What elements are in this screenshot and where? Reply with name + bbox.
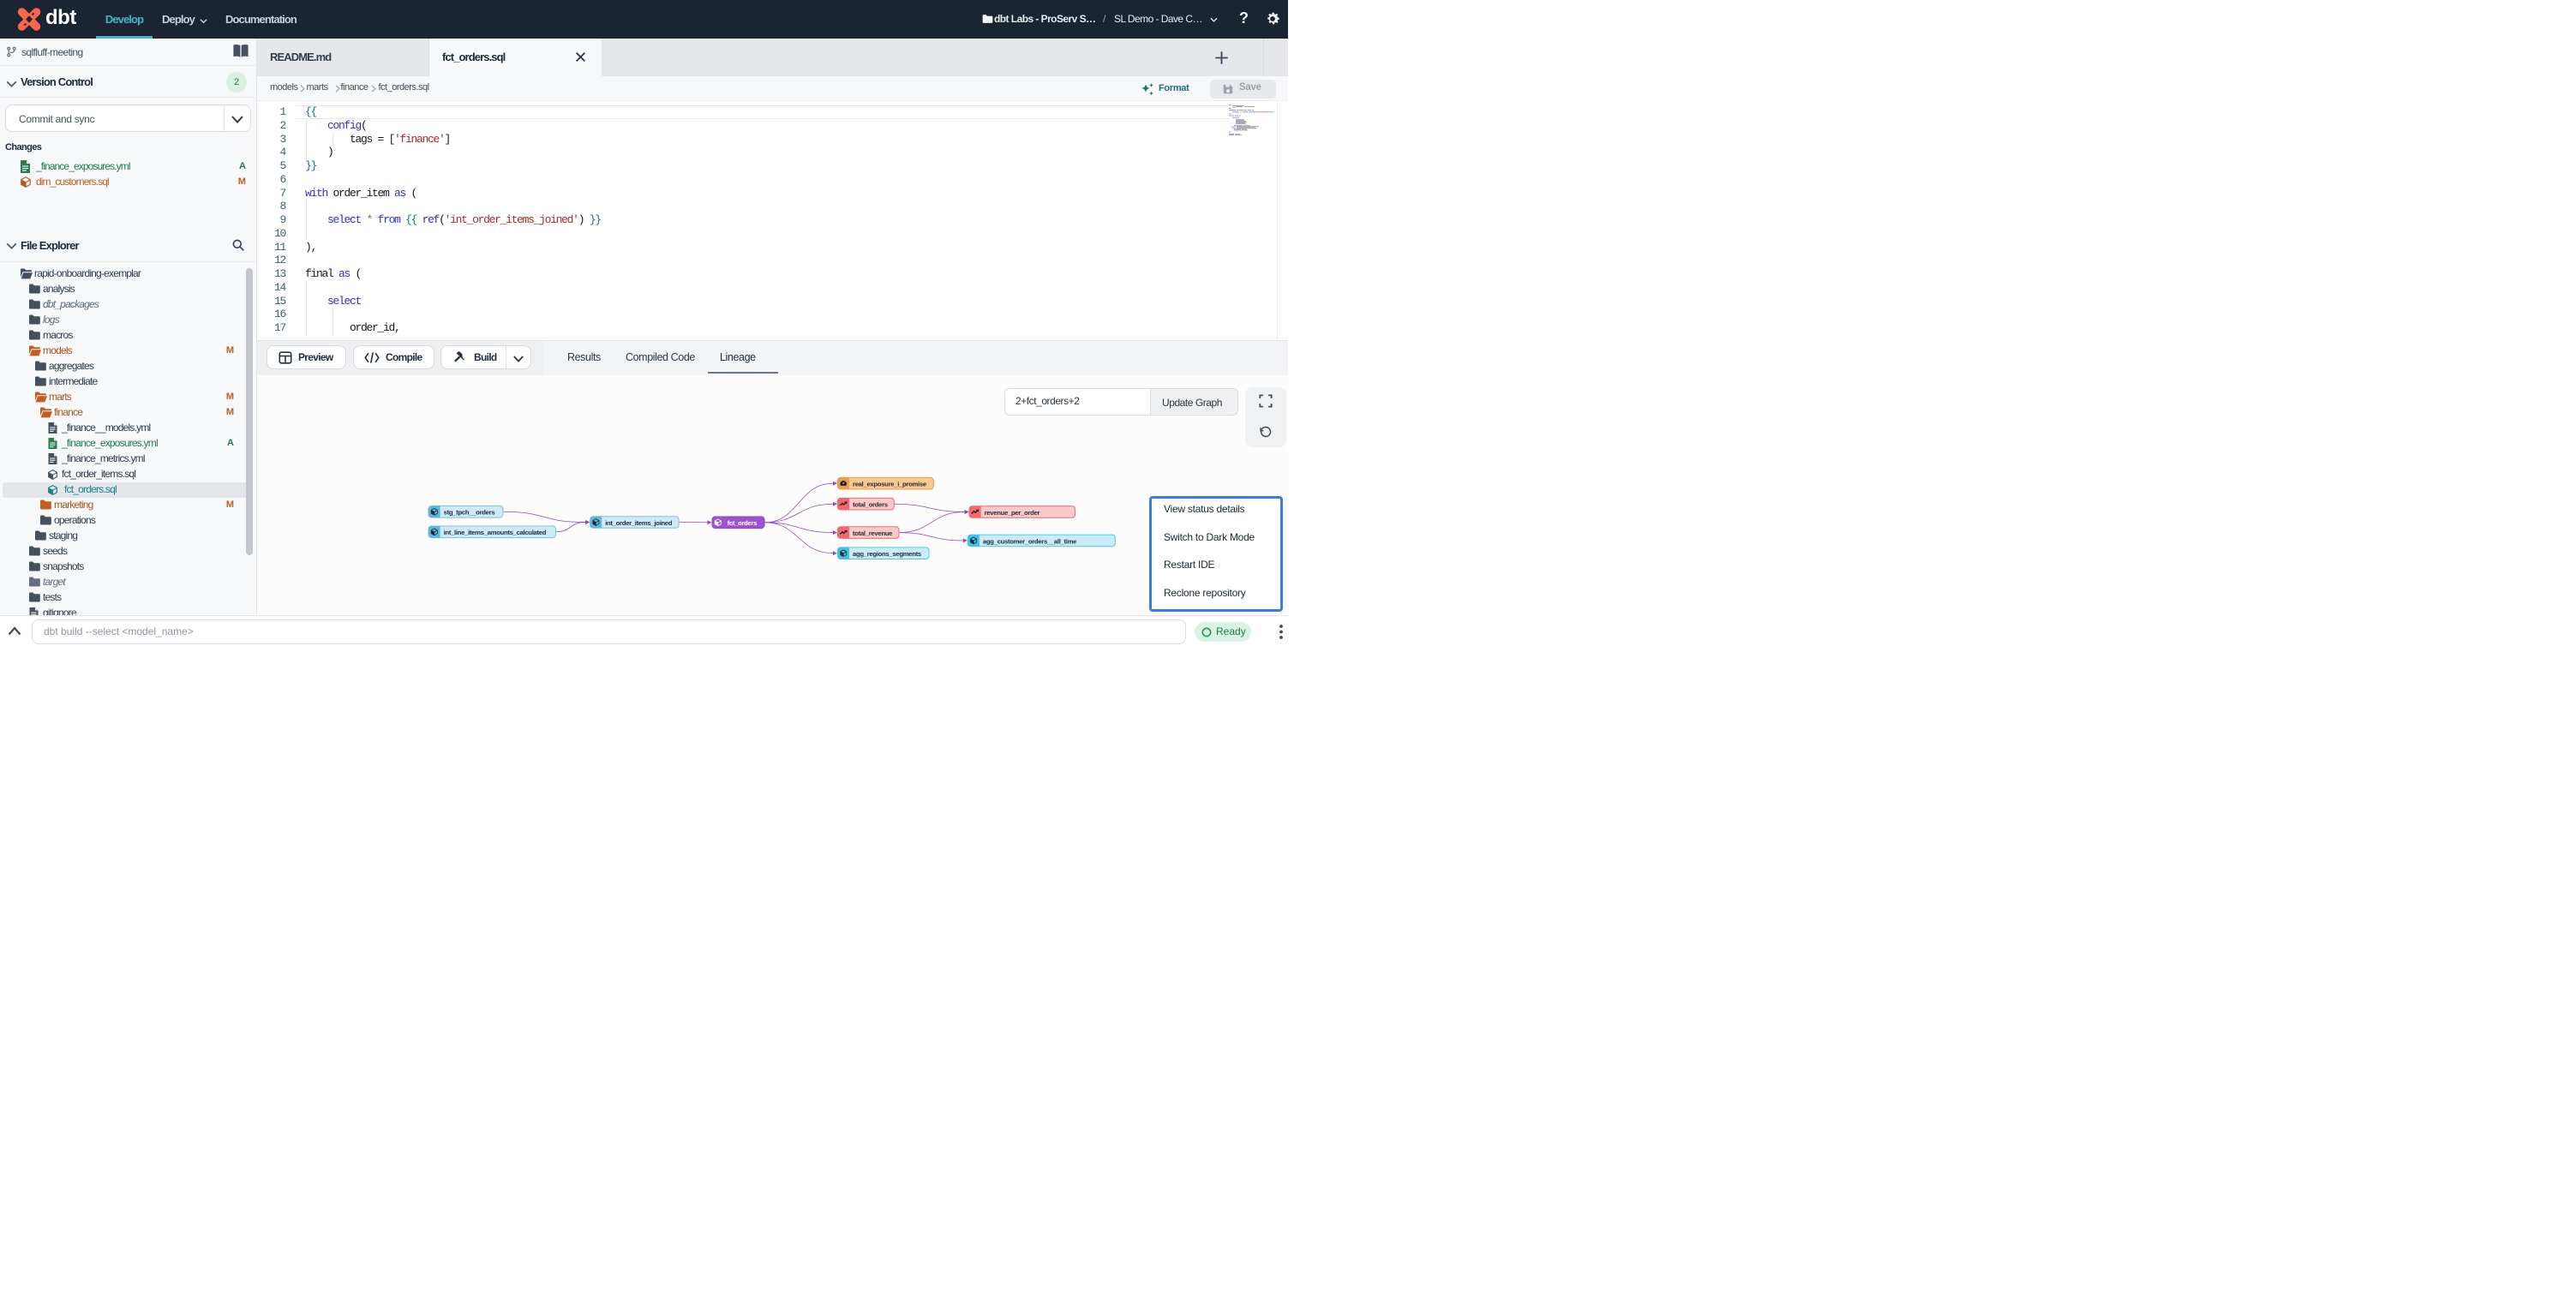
svg-text:agg_customer_orders__all_time: agg_customer_orders__all_time xyxy=(983,537,1077,545)
svg-text:revenue_per_order: revenue_per_order xyxy=(985,509,1040,517)
svg-text:int_order_items_joined: int_order_items_joined xyxy=(605,519,673,527)
svg-text:int_line_items_amounts_calcula: int_line_items_amounts_calculated xyxy=(444,529,547,536)
svg-text:total_revenue: total_revenue xyxy=(853,529,893,537)
svg-text:agg_regions_segments: agg_regions_segments xyxy=(853,550,921,558)
svg-text:stg_tpch__orders: stg_tpch__orders xyxy=(444,509,495,517)
svg-text:total_orders: total_orders xyxy=(853,501,888,509)
svg-text:fct_orders: fct_orders xyxy=(728,519,758,527)
svg-text:real_exposure_i_promise: real_exposure_i_promise xyxy=(853,481,927,488)
